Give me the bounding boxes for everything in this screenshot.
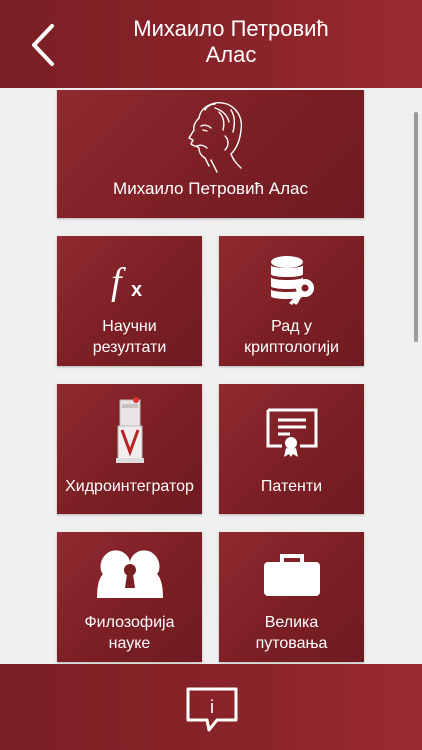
function-icon: f x: [111, 261, 142, 303]
scroll-indicator[interactable]: [414, 112, 418, 342]
tile-label-line1: Велика: [264, 614, 319, 631]
tile-cryptology[interactable]: Рад у криптологији: [219, 236, 364, 366]
heads-keyhole-icon: [96, 550, 163, 598]
page-title: Михаило Петровић Алас: [60, 16, 402, 68]
portrait-sketch-icon: [187, 102, 242, 173]
tile-hydrointegrator[interactable]: Хидроинтегратор: [57, 384, 202, 514]
tile-patents[interactable]: Патенти: [219, 384, 364, 514]
tile-label: Патенти: [260, 478, 323, 495]
page-title-line1: Михаило Петровић: [133, 16, 329, 41]
info-symbol: i: [210, 697, 214, 717]
tile-label-line1: Рад у: [271, 318, 312, 335]
briefcase-icon: [263, 554, 320, 596]
certificate-icon: [266, 408, 317, 457]
tile-label-line2: криптологији: [244, 339, 339, 356]
tile-label: Хидроинтегратор: [65, 478, 194, 495]
bottom-bar: i: [0, 664, 422, 750]
tile-scientific-results[interactable]: f x Научни резултати: [57, 236, 202, 366]
tile-label-line2: путовања: [255, 635, 328, 652]
portrait-tile[interactable]: Михаило Петровић Алас: [57, 90, 364, 218]
tile-label-line2: резултати: [92, 339, 167, 356]
hydrointegrator-icon: [115, 397, 144, 463]
info-speech-bubble-icon[interactable]: i: [185, 686, 239, 734]
database-key-icon: [270, 256, 314, 305]
svg-text:x: x: [131, 279, 142, 301]
tile-label-line1: Филозофија: [84, 614, 175, 631]
svg-text:f: f: [111, 261, 126, 303]
tile-great-journeys[interactable]: Велика путовања: [219, 532, 364, 662]
top-bar: Михаило Петровић Алас: [0, 0, 422, 88]
portrait-tile-label: Михаило Петровић Алас: [113, 179, 308, 198]
back-arrow-icon[interactable]: [28, 22, 58, 68]
tile-label-line2: науке: [108, 635, 151, 652]
page-title-line2: Алас: [205, 42, 257, 67]
tile-label-line1: Научни: [102, 318, 157, 335]
tile-philosophy-of-science[interactable]: Филозофија науке: [57, 532, 202, 662]
